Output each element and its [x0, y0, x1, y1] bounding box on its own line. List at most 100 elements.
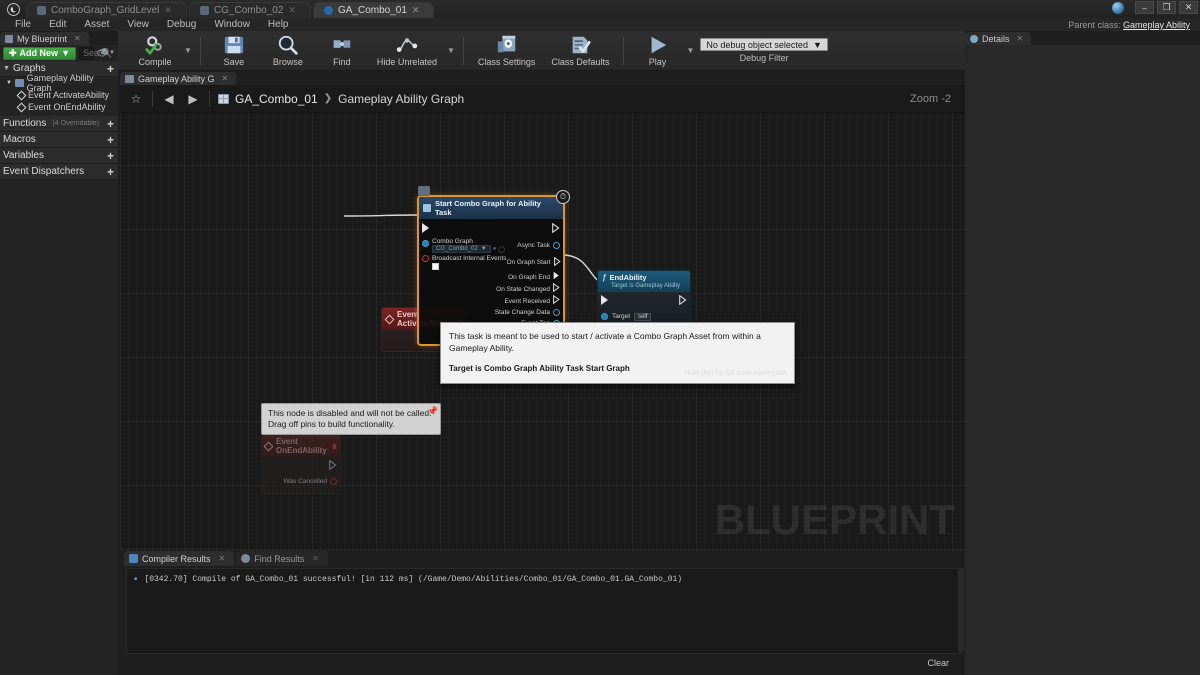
- level-icon: [37, 6, 46, 15]
- event-diamond-icon: [17, 102, 27, 112]
- tab-find-results[interactable]: Find Results ✕: [236, 551, 328, 566]
- menu-item-window[interactable]: Window: [205, 18, 259, 31]
- search-input[interactable]: Sea 🔍: [79, 47, 94, 60]
- find-button[interactable]: Find: [315, 31, 369, 71]
- menu-item-view[interactable]: View: [118, 18, 158, 31]
- add-function-button[interactable]: +: [107, 117, 114, 131]
- graph-icon: [15, 79, 24, 87]
- tab-close-icon[interactable]: ✕: [312, 554, 319, 563]
- pin-row-on-graph-end[interactable]: On Graph End: [419, 271, 563, 283]
- exec-output-pin[interactable]: [679, 295, 687, 308]
- window-tab-0[interactable]: ComboGraph_GridLevel ✕: [26, 2, 187, 18]
- node-event-onendability[interactable]: Event OnEndAbility Was Cancelled: [261, 435, 341, 494]
- add-variable-button[interactable]: +: [107, 149, 114, 163]
- was-cancelled-pin[interactable]: [330, 478, 337, 485]
- node-end-ability[interactable]: ƒ EndAbility Target is Gameplay Ability …: [597, 270, 691, 326]
- tree-item-event-onendability[interactable]: Event OnEndAbility: [0, 101, 118, 113]
- pin-note-icon[interactable]: 📌: [427, 406, 437, 418]
- window-tab-2[interactable]: GA_Combo_01 ✕: [313, 2, 434, 18]
- add-macro-button[interactable]: +: [107, 133, 114, 147]
- section-variables[interactable]: Variables +: [0, 148, 118, 164]
- tab-gameplay-ability-graph[interactable]: Gameplay Ability G ✕: [120, 72, 236, 85]
- tab-details[interactable]: Details ✕: [965, 32, 1031, 45]
- state-change-data-pin[interactable]: [553, 309, 560, 316]
- close-button[interactable]: ✕: [1179, 1, 1198, 14]
- tab-my-blueprint[interactable]: My Blueprint ✕: [0, 32, 89, 45]
- tab-close-icon[interactable]: ✕: [412, 5, 420, 16]
- menu-item-edit[interactable]: Edit: [40, 18, 75, 31]
- combo-graph-input-pin[interactable]: [422, 240, 429, 247]
- breadcrumb-asset[interactable]: GA_Combo_01: [235, 92, 318, 106]
- save-button[interactable]: Save: [207, 31, 261, 71]
- breadcrumb-graph[interactable]: Gameplay Ability Graph: [338, 92, 464, 106]
- async-task-pin[interactable]: [553, 242, 560, 249]
- browse-asset-icon[interactable]: ●: [493, 246, 497, 252]
- debug-object-select[interactable]: No debug object selected ▼: [700, 38, 828, 51]
- hide-unrelated-button[interactable]: Hide Unrelated: [369, 31, 445, 71]
- menu-item-help[interactable]: Help: [259, 18, 298, 31]
- menu-item-debug[interactable]: Debug: [158, 18, 205, 31]
- exec-input-pin[interactable]: [422, 223, 430, 236]
- browse-button[interactable]: Browse: [261, 31, 315, 71]
- add-new-button[interactable]: ✚ Add New ▼: [3, 47, 76, 60]
- node-header: ƒ EndAbility Target is Gameplay Ability: [597, 270, 691, 292]
- on-graph-start-output[interactable]: On Graph Start: [506, 257, 560, 269]
- pin-row-on-state-changed[interactable]: On State Changed: [419, 283, 563, 295]
- on-state-changed-pin[interactable]: [553, 283, 560, 295]
- window-tab-1[interactable]: CG_Combo_02 ✕: [189, 2, 311, 18]
- forward-button[interactable]: ▶: [185, 91, 201, 107]
- exec-input-pin[interactable]: [601, 295, 609, 308]
- play-button[interactable]: Play: [630, 31, 684, 71]
- section-event-dispatchers[interactable]: Event Dispatchers +: [0, 164, 118, 180]
- blueprint-graph-canvas[interactable]: Event ActivateAbility Start Combo Graph …: [120, 113, 965, 550]
- class-settings-button[interactable]: Class Settings: [470, 31, 544, 71]
- pin-row-event-received[interactable]: Event Received: [419, 295, 563, 307]
- parent-class-label: Parent class:: [1068, 20, 1120, 30]
- add-event-dispatcher-button[interactable]: +: [107, 165, 114, 179]
- section-functions[interactable]: Functions (4 Overridable) +: [0, 116, 118, 132]
- hide-unrelated-caret-icon[interactable]: ▼: [447, 46, 455, 55]
- tab-close-icon[interactable]: ✕: [74, 34, 81, 43]
- play-options-caret-icon[interactable]: ▼: [686, 46, 694, 55]
- exec-output-pin[interactable]: [329, 460, 337, 473]
- minimize-button[interactable]: –: [1135, 1, 1154, 14]
- compile-button[interactable]: Compile: [128, 31, 182, 71]
- menu-item-asset[interactable]: Asset: [75, 18, 118, 31]
- combo-graph-dropdown[interactable]: CG_Combo_02 ▼: [432, 245, 491, 253]
- tab-compiler-results[interactable]: Compiler Results ✕: [124, 551, 234, 566]
- pin-row-state-change-data[interactable]: State Change Data: [419, 307, 563, 318]
- section-macros[interactable]: Macros +: [0, 132, 118, 148]
- compiler-results-list[interactable]: • [0342.70] Compile of GA_Combo_01 succe…: [126, 568, 959, 654]
- broadcast-input-pin[interactable]: [422, 255, 429, 262]
- results-scrollbar[interactable]: [958, 568, 964, 652]
- visibility-filter-button[interactable]: 👁 ▼: [97, 48, 115, 59]
- tree-item-gameplay-ability-graph[interactable]: ▼ Gameplay Ability Graph: [0, 77, 118, 89]
- tab-close-icon[interactable]: ✕: [219, 554, 226, 563]
- tab-close-icon[interactable]: ✕: [164, 5, 172, 16]
- event-received-pin[interactable]: [553, 295, 560, 307]
- target-input-pin[interactable]: [601, 313, 608, 320]
- on-graph-end-pin[interactable]: [553, 271, 560, 283]
- async-task-output[interactable]: Async Task: [517, 242, 560, 249]
- favorite-star-icon[interactable]: ☆: [128, 91, 144, 107]
- chevron-right-icon: ❯: [324, 93, 332, 104]
- pin-row-was-cancelled[interactable]: Was Cancelled: [262, 476, 340, 487]
- clear-button[interactable]: Clear: [921, 657, 955, 669]
- parent-class-value[interactable]: Gameplay Ability: [1123, 20, 1190, 30]
- class-defaults-button[interactable]: Class Defaults: [543, 31, 617, 71]
- menu-item-file[interactable]: File: [6, 18, 40, 31]
- result-row[interactable]: • [0342.70] Compile of GA_Combo_01 succe…: [133, 575, 952, 585]
- back-button[interactable]: ◀: [161, 91, 177, 107]
- broadcast-checkbox[interactable]: [432, 263, 439, 270]
- tab-close-icon[interactable]: ✕: [288, 5, 296, 16]
- exec-output-pin[interactable]: [552, 223, 560, 236]
- target-value[interactable]: self: [634, 313, 651, 321]
- tab-close-icon[interactable]: ✕: [222, 74, 229, 83]
- toolbar-separator: [463, 37, 464, 65]
- use-selected-asset-icon[interactable]: ◯: [498, 246, 505, 253]
- compile-options-caret-icon[interactable]: ▼: [184, 46, 192, 55]
- on-graph-start-pin[interactable]: [554, 257, 561, 269]
- tab-close-icon[interactable]: ✕: [1017, 34, 1024, 43]
- maximize-button[interactable]: ❐: [1157, 1, 1176, 14]
- tree-item-event-activateability[interactable]: Event ActivateAbility: [0, 89, 118, 101]
